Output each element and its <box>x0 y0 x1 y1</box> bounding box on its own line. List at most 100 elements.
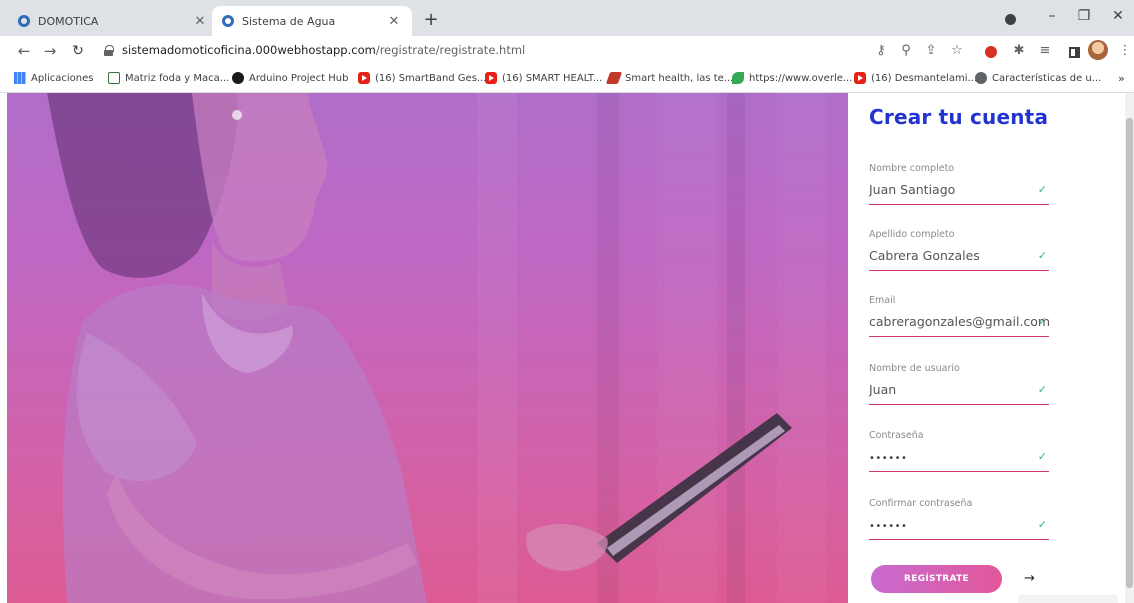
field-underline <box>869 204 1049 205</box>
bookmark-label: (16) SMART HEALT... <box>502 72 603 84</box>
bookmark-label: Smart health, las te... <box>625 72 734 84</box>
arduino-icon <box>232 72 244 84</box>
reload-icon[interactable]: ↻ <box>68 41 88 61</box>
url-field[interactable]: sistemadomoticoficina.000webhostapp.com/… <box>122 43 525 57</box>
close-tab-icon[interactable]: ✕ <box>386 14 402 29</box>
bookmark-star-icon[interactable]: ☆ <box>948 42 966 60</box>
hero-image <box>7 93 848 603</box>
scrollbar[interactable] <box>1125 93 1134 603</box>
page-content: Crear tu cuenta Nombre completo Juan San… <box>7 93 1134 603</box>
tab-sistema-de-agua[interactable]: Sistema de Agua ✕ <box>212 6 412 36</box>
confirm-password-input[interactable]: •••••• <box>869 521 1049 532</box>
tab-title: DOMOTICA <box>38 14 99 28</box>
check-icon: ✓ <box>1037 315 1047 328</box>
url-path: /registrate/registrate.html <box>375 43 526 57</box>
username-input[interactable]: Juan <box>869 382 1049 397</box>
minimize-icon[interactable]: – <box>1040 8 1064 24</box>
last-name-field[interactable]: Apellido completo Cabrera Gonzales ✓ <box>869 229 1049 285</box>
bookmark-label: Aplicaciones <box>31 72 94 84</box>
confirm-password-field[interactable]: Confirmar contraseña •••••• ✓ <box>869 498 1049 554</box>
bookmark-label: https://www.overle... <box>749 72 853 84</box>
full-name-input[interactable]: Juan Santiago <box>869 182 1049 197</box>
bookmark-smart-health-yt[interactable]: (16) SMART HEALT... <box>485 72 602 84</box>
scrollbar-thumb[interactable] <box>1126 118 1133 588</box>
check-icon: ✓ <box>1037 450 1047 463</box>
back-arrow-icon[interactable]: ← <box>14 41 34 61</box>
bookmark-label: (16) Desmantelami... <box>871 72 978 84</box>
globe-icon <box>975 72 987 84</box>
zoom-icon[interactable]: ⚲ <box>897 42 915 60</box>
password-field[interactable]: Contraseña •••••• ✓ <box>869 430 1049 486</box>
bookmark-label: Matriz foda y Maca... <box>125 72 230 84</box>
tab-domotica[interactable]: DOMOTICA ✕ <box>8 6 218 36</box>
site-favicon-icon <box>18 15 30 27</box>
email-input[interactable]: cabreragonzales@gmail.com <box>869 314 1049 329</box>
field-label: Contraseña <box>869 430 924 441</box>
youtube-icon <box>358 72 370 84</box>
bookmark-label: Arduino Project Hub <box>249 72 349 84</box>
menu-kebab-icon[interactable]: ⋮ <box>1116 42 1134 60</box>
close-tab-icon[interactable]: ✕ <box>192 14 208 29</box>
forward-arrow-icon[interactable]: → <box>40 41 60 61</box>
share-icon[interactable]: ⇪ <box>922 42 940 60</box>
lock-icon[interactable] <box>104 45 114 56</box>
email-field[interactable]: Email cabreragonzales@gmail.com ✓ <box>869 295 1049 351</box>
bookmark-matriz-foda[interactable]: Matriz foda y Maca... <box>108 72 229 84</box>
check-icon: ✓ <box>1037 183 1047 196</box>
form-title: Crear tu cuenta <box>869 105 1049 129</box>
bookmark-arduino[interactable]: Arduino Project Hub <box>232 72 348 84</box>
bookmark-overleaf[interactable]: https://www.overle... <box>732 72 852 84</box>
arrow-right-icon[interactable]: → <box>1024 571 1035 586</box>
tab-title: Sistema de Agua <box>242 14 336 28</box>
profile-indicator-icon[interactable] <box>1005 14 1016 25</box>
field-label: Email <box>869 295 896 306</box>
youtube-icon <box>485 72 497 84</box>
bookmark-smart-health[interactable]: Smart health, las te... <box>605 72 734 84</box>
woman-with-tablet-illustration <box>47 93 827 603</box>
address-toolbar: ← → ↻ sistemadomoticoficina.000webhostap… <box>0 36 1134 66</box>
bookmark-aplicaciones[interactable]: Aplicaciones <box>14 72 93 84</box>
check-icon: ✓ <box>1037 383 1047 396</box>
bookmark-smartband[interactable]: (16) SmartBand Ges... <box>358 72 486 84</box>
profile-avatar[interactable] <box>1088 40 1108 60</box>
e-icon <box>108 72 120 84</box>
field-underline <box>869 336 1049 337</box>
bookmark-desmantelamiento[interactable]: (16) Desmantelami... <box>854 72 977 84</box>
new-tab-button[interactable]: + <box>420 10 442 30</box>
check-icon: ✓ <box>1037 249 1047 262</box>
key-icon[interactable]: ⚷ <box>872 42 890 60</box>
apps-grid-icon <box>14 72 26 84</box>
restore-window-icon[interactable]: ❐ <box>1072 8 1096 24</box>
url-host: sistemadomoticoficina.000webhostapp.com <box>122 43 376 57</box>
field-label: Confirmar contraseña <box>869 498 973 509</box>
overleaf-icon <box>732 72 744 84</box>
youtube-icon <box>854 72 866 84</box>
bookmark-label: Características de u... <box>992 72 1102 84</box>
field-underline <box>869 539 1049 540</box>
full-name-field[interactable]: Nombre completo Juan Santiago ✓ <box>869 163 1049 219</box>
field-label: Nombre de usuario <box>869 363 960 374</box>
extension-icon[interactable] <box>985 46 997 58</box>
field-underline <box>869 270 1049 271</box>
hosting-badge <box>1018 595 1118 603</box>
reading-list-icon[interactable]: ≡ <box>1036 42 1054 60</box>
register-button[interactable]: REGÍSTRATE <box>871 565 1002 593</box>
smart-health-icon <box>605 72 623 84</box>
extensions-puzzle-icon[interactable]: ✱ <box>1010 42 1028 60</box>
username-field[interactable]: Nombre de usuario Juan ✓ <box>869 363 1049 419</box>
last-name-input[interactable]: Cabrera Gonzales <box>869 248 1049 263</box>
side-panel-icon[interactable] <box>1069 47 1080 58</box>
bookmark-caracteristicas[interactable]: Características de u... <box>975 72 1101 84</box>
bookmarks-bar: Aplicaciones Matriz foda y Maca... Ardui… <box>0 66 1134 93</box>
field-label: Apellido completo <box>869 229 955 240</box>
password-input[interactable]: •••••• <box>869 453 1049 464</box>
field-underline <box>869 404 1049 405</box>
field-underline <box>869 471 1049 472</box>
bookmark-label: (16) SmartBand Ges... <box>375 72 487 84</box>
tab-strip: DOMOTICA ✕ Sistema de Agua ✕ + – ❐ ✕ <box>0 0 1134 36</box>
register-panel: Crear tu cuenta Nombre completo Juan San… <box>848 93 1125 603</box>
field-label: Nombre completo <box>869 163 955 174</box>
bookmarks-overflow-button[interactable]: » <box>1118 72 1125 85</box>
check-icon: ✓ <box>1037 518 1047 531</box>
close-window-icon[interactable]: ✕ <box>1106 8 1130 24</box>
